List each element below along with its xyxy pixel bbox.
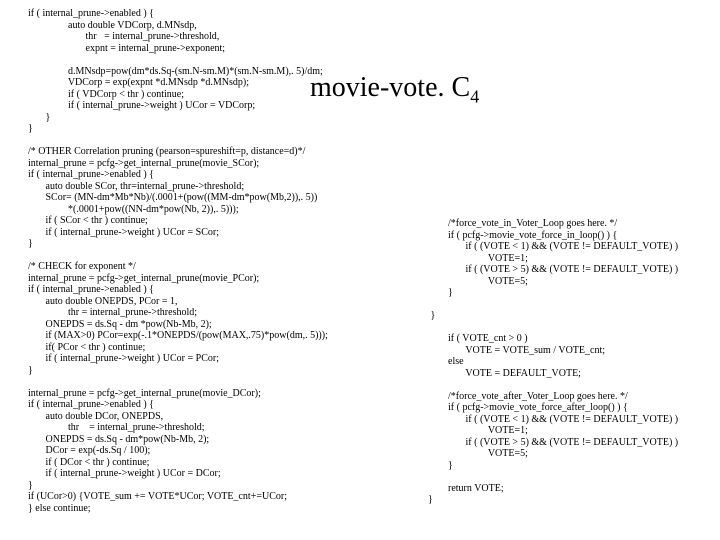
page-title: movie-vote. C4 [310, 72, 479, 107]
code-block-left: if ( internal_prune->enabled ) { auto do… [8, 8, 328, 514]
title-main: movie-vote. C [310, 72, 470, 103]
code-block-right: /*force_vote_in_Voter_Loop goes here. */… [428, 218, 678, 506]
title-subscript: 4 [470, 87, 479, 107]
